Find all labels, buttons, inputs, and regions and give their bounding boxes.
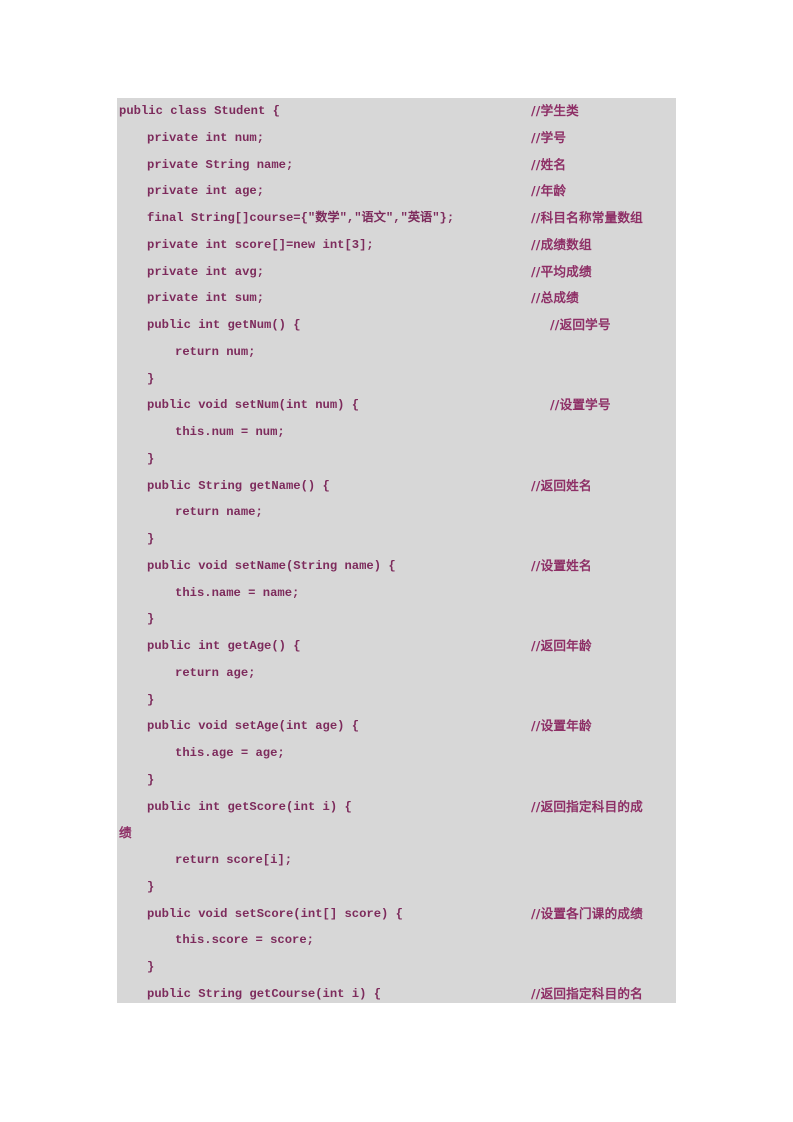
code-comment-wrap-tail: 绩: [119, 825, 132, 841]
code-comment: //返回指定科目的名: [531, 985, 643, 1001]
code-line: return name;: [117, 499, 676, 526]
code-line-text: public void setAge(int age) {: [147, 719, 360, 734]
code-line-text: return num;: [175, 344, 256, 359]
code-line-text: public int getAge() {: [147, 639, 301, 653]
code-comment: //设置姓名: [531, 557, 592, 573]
code-line-text: private int score[]=new int[3];: [147, 237, 374, 252]
code-comment: //平均成绩: [531, 263, 592, 279]
code-comment: //返回学号: [550, 317, 611, 332]
code-line: public int getAge() { //返回年龄: [117, 633, 676, 660]
code-line-text: }: [147, 772, 155, 787]
code-line: public void setName(String name) { //设置姓名: [117, 553, 676, 580]
code-line: }: [117, 366, 676, 393]
code-line: return num;: [117, 339, 676, 366]
code-comment: //学号: [531, 129, 567, 145]
code-line-text: public class Student {: [119, 104, 280, 118]
code-line: public class Student { //学生类: [117, 98, 676, 125]
code-line: final String[]course={"数学","语文","英语"}; //…: [117, 205, 676, 232]
code-line: }: [117, 687, 676, 714]
code-line: public void setAge(int age) { //设置年龄: [117, 713, 676, 740]
code-line: }: [117, 767, 676, 794]
code-line-text: this.score = score;: [175, 933, 314, 948]
code-comment: //设置年龄: [531, 718, 592, 734]
code-line: }: [117, 954, 676, 981]
code-comment: //返回年龄: [531, 638, 592, 653]
code-block: public class Student { //学生类 private int n…: [117, 98, 676, 1003]
code-line-text: private int avg;: [147, 264, 265, 279]
code-line: }: [117, 526, 676, 553]
code-line: private String name; //姓名: [117, 152, 676, 179]
code-line: return score[i];: [117, 847, 676, 874]
code-line: private int score[]=new int[3]; //成绩数组: [117, 232, 676, 259]
code-line-text: public String getName() {: [147, 478, 330, 493]
code-line: public int getScore(int i) { //返回指定科目的成: [117, 794, 676, 821]
code-line-text: return age;: [175, 665, 256, 680]
code-line-text: return score[i];: [175, 853, 293, 867]
code-line-text: this.num = num;: [175, 425, 285, 439]
code-comment: //年龄: [531, 183, 567, 199]
code-line-text: }: [147, 960, 155, 974]
code-line-text: }: [147, 692, 155, 707]
code-line: }: [117, 606, 676, 633]
code-line-text: private int age;: [147, 184, 265, 199]
code-line: private int avg; //平均成绩: [117, 259, 676, 286]
code-line-text: }: [147, 879, 155, 894]
code-line: private int sum; //总成绩: [117, 285, 676, 312]
code-comment: //返回姓名: [531, 477, 592, 493]
code-comment: //成绩数组: [531, 236, 592, 252]
code-line: }: [117, 446, 676, 473]
code-line: private int num; //学号: [117, 125, 676, 152]
document-page: public class Student { //学生类 private int n…: [0, 0, 793, 1122]
code-comment: //设置各门课的成绩: [531, 905, 643, 921]
code-comment: //设置学号: [550, 397, 611, 413]
code-line-text: }: [147, 371, 155, 386]
code-comment-wrap-row: 绩: [117, 820, 676, 847]
code-line-text: }: [147, 451, 155, 466]
code-line-text: this.age = age;: [175, 746, 285, 760]
code-line-text: private int num;: [147, 130, 265, 145]
code-line: this.name = name;: [117, 580, 676, 607]
code-line: public void setNum(int num) { //设置学号: [117, 392, 676, 419]
code-line-text: private int sum;: [147, 291, 265, 306]
code-line: public String getCourse(int i) { //返回指定科目…: [117, 981, 676, 1003]
code-line: return age;: [117, 660, 676, 687]
code-line-text: final String[]course={"数学","语文","英语"};: [147, 211, 455, 225]
code-line: this.score = score;: [117, 927, 676, 954]
code-line-text: public int getNum() {: [147, 318, 301, 332]
code-line: this.num = num;: [117, 419, 676, 446]
code-line-text: public int getScore(int i) {: [147, 799, 352, 814]
code-line-text: return name;: [175, 505, 263, 520]
code-line: public int getNum() { //返回学号: [117, 312, 676, 339]
code-line: private int age; //年龄: [117, 178, 676, 205]
code-line-text: public void setNum(int num) {: [147, 398, 360, 413]
code-line-text: }: [147, 612, 155, 627]
code-line: }: [117, 874, 676, 901]
code-line-text: public void setScore(int[] score) {: [147, 906, 403, 921]
code-line: public String getName() { //返回姓名: [117, 473, 676, 500]
code-line: public void setScore(int[] score) { //设置各…: [117, 901, 676, 928]
code-comment: //返回指定科目的成: [531, 798, 643, 814]
code-line-text: public String getCourse(int i) {: [147, 986, 382, 1001]
code-comment: //科目名称常量数组: [531, 210, 643, 225]
code-line-text: this.name = name;: [175, 585, 300, 600]
code-line-text: public void setName(String name) {: [147, 558, 396, 573]
code-line: this.age = age;: [117, 740, 676, 767]
code-line-text: }: [147, 532, 155, 546]
code-comment: //学生类: [531, 103, 579, 118]
code-line-text: private String name;: [147, 157, 294, 172]
code-comment: //总成绩: [531, 290, 579, 306]
code-comment: //姓名: [531, 156, 567, 172]
